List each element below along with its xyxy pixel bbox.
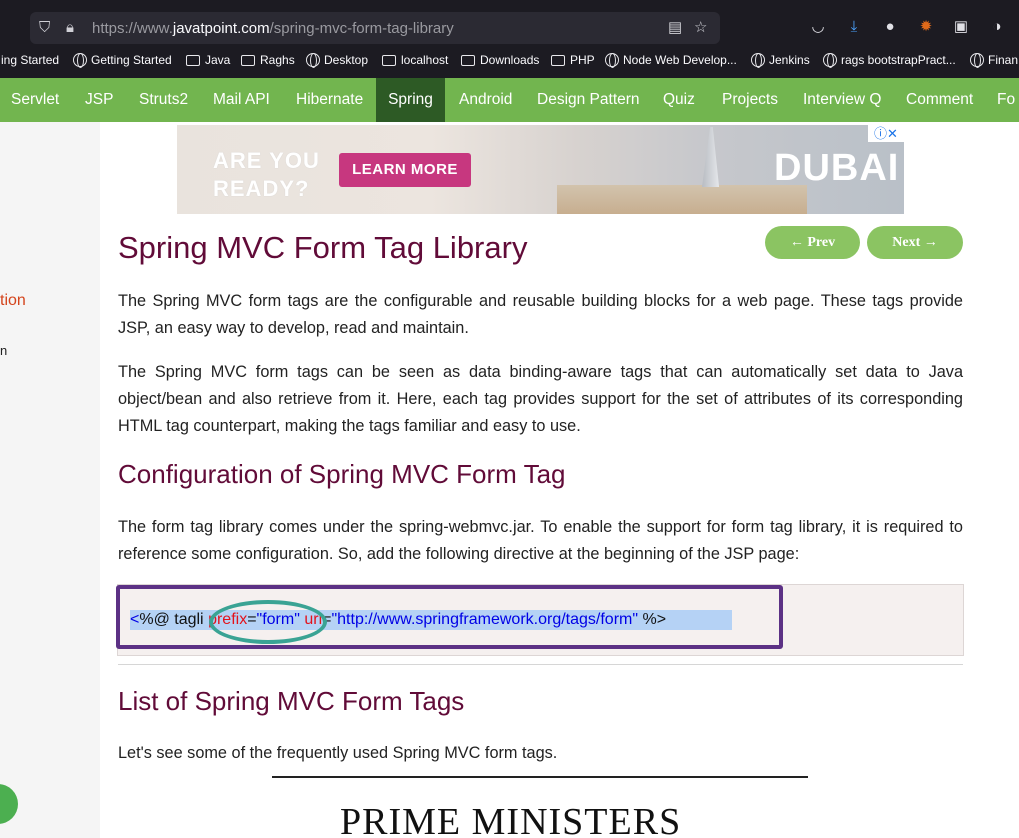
bookmark-folder[interactable]: localhost	[382, 53, 448, 67]
bookmark-label: Downloads	[480, 53, 540, 67]
list-heading: List of Spring MVC Form Tags	[118, 686, 465, 716]
url-domain: javatpoint.com	[172, 20, 270, 37]
extensions-menu-icon[interactable]: ◑	[987, 17, 1007, 37]
globe-icon	[970, 53, 984, 68]
bookmark-item[interactable]: Getting Started	[73, 53, 172, 68]
profile-avatar-icon[interactable]: ●	[880, 17, 900, 37]
bookmark-item[interactable]: Jenkins	[751, 53, 810, 68]
url-prefix: https://www.	[92, 20, 173, 37]
ad-brand: DUBAI	[774, 147, 900, 189]
nav-item-jsp[interactable]: JSP	[73, 78, 125, 122]
advertisement-banner[interactable]: ARE YOU READY? LEARN MORE DUBAI ⓘ✕	[177, 125, 904, 214]
sidebar-text: n	[0, 343, 8, 358]
bookmark-item[interactable]: Desktop	[306, 53, 369, 68]
bookmark-folder[interactable]: PHP	[551, 53, 595, 67]
lock-icon[interactable]: 🔒︎	[66, 19, 74, 37]
image-top-rule	[272, 776, 808, 778]
config-heading: Configuration of Spring MVC Form Tag	[118, 459, 566, 489]
bookmark-label: PHP	[570, 53, 595, 67]
bookmarks-bar: ing Started Getting Started Java Raghs D…	[0, 50, 1019, 74]
bookmark-folder[interactable]: Raghs	[241, 53, 295, 67]
ad-close-icon[interactable]: ⓘ✕	[868, 125, 904, 142]
nav-item-mail-api[interactable]: Mail API	[201, 78, 282, 122]
page-title: Spring MVC Form Tag Library	[118, 230, 528, 265]
nav-item-servlet[interactable]: Servlet	[0, 78, 70, 122]
nav-item-android[interactable]: Android	[447, 78, 524, 122]
bookmark-star-icon[interactable]: ☆	[694, 19, 707, 37]
bookmark-label: ing Started	[1, 53, 60, 67]
list-intro-paragraph: Let's see some of the frequently used Sp…	[118, 744, 558, 762]
shield-icon[interactable]: ⛉	[39, 19, 50, 37]
bookmark-item[interactable]: Node Web Develop...	[605, 53, 737, 68]
folder-icon	[241, 55, 255, 66]
intro-paragraph: The Spring MVC form tags are the configu…	[118, 292, 963, 337]
globe-icon	[823, 53, 837, 68]
prev-button[interactable]: ← Prev	[765, 226, 860, 259]
annotation-ellipse	[209, 600, 327, 644]
bookmark-item[interactable]: rags bootstrapPract...	[823, 53, 956, 68]
globe-icon	[73, 53, 87, 68]
folder-icon	[382, 55, 396, 66]
bookmark-label: rags bootstrapPract...	[841, 53, 956, 67]
url-text[interactable]: https://www.javatpoint.com/spring-mvc-fo…	[92, 20, 454, 37]
bookmark-label: Desktop	[324, 53, 369, 67]
browser-chrome: ⛉ 🔒︎ https://www.javatpoint.com/spring-m…	[0, 0, 1019, 78]
ad-headline-line1: ARE YOU	[213, 148, 320, 173]
url-path: /spring-mvc-form-tag-library	[269, 20, 454, 37]
nav-item-forum[interactable]: Fo	[985, 78, 1019, 122]
bookmark-label: Node Web Develop...	[623, 53, 737, 67]
nav-item-interview-q[interactable]: Interview Q	[791, 78, 893, 122]
reader-view-icon[interactable]: ▤	[668, 19, 682, 37]
globe-icon	[751, 53, 765, 68]
bookmark-label: Getting Started	[91, 53, 172, 67]
left-sidebar	[0, 122, 100, 838]
bookmark-label: localhost	[401, 53, 449, 67]
bookmark-label: Finan	[988, 53, 1019, 67]
bookmark-label: Raghs	[260, 53, 295, 67]
divider	[118, 664, 963, 665]
extension-icon[interactable]: ✹	[916, 17, 936, 37]
ad-headline-line2: READY?	[213, 176, 310, 201]
folder-icon	[186, 55, 200, 66]
globe-icon	[306, 53, 320, 68]
folder-icon	[461, 55, 475, 66]
nav-item-spring[interactable]: Spring	[376, 78, 445, 122]
site-nav: Servlet JSP Struts2 Mail API Hibernate S…	[0, 78, 1019, 122]
folder-icon	[551, 55, 565, 66]
ad-learn-more-button[interactable]: LEARN MORE	[339, 153, 471, 187]
download-icon[interactable]: ⤓	[844, 17, 864, 37]
clipboard-icon[interactable]: ▣	[951, 17, 971, 37]
ad-tower-image	[702, 127, 720, 187]
nav-item-hibernate[interactable]: Hibernate	[284, 78, 375, 122]
nav-item-struts2[interactable]: Struts2	[127, 78, 200, 122]
description-paragraph: The Spring MVC form tags can be seen as …	[118, 363, 963, 435]
next-button[interactable]: Next →	[867, 226, 963, 259]
globe-icon	[605, 53, 619, 68]
bookmark-item[interactable]: Finan	[970, 53, 1019, 68]
image-caption: PRIME MINISTERS	[340, 801, 682, 838]
pocket-icon[interactable]: ◡	[808, 17, 828, 37]
config-paragraph: The form tag library comes under the spr…	[118, 518, 963, 563]
ad-headline: ARE YOU READY?	[213, 147, 320, 203]
ad-beach-image	[557, 185, 807, 214]
nav-item-projects[interactable]: Projects	[710, 78, 790, 122]
nav-item-comment[interactable]: Comment	[894, 78, 985, 122]
bookmark-item[interactable]: ing Started	[1, 53, 59, 67]
bookmark-label: Java	[205, 53, 231, 67]
sidebar-link[interactable]: tion	[0, 292, 26, 310]
address-bar[interactable]: ⛉ 🔒︎ https://www.javatpoint.com/spring-m…	[30, 12, 720, 44]
nav-item-quiz[interactable]: Quiz	[651, 78, 707, 122]
bookmark-folder[interactable]: Java	[186, 53, 230, 67]
bookmark-label: Jenkins	[769, 53, 810, 67]
nav-item-design-pattern[interactable]: Design Pattern	[525, 78, 652, 122]
bookmark-folder[interactable]: Downloads	[461, 53, 539, 67]
